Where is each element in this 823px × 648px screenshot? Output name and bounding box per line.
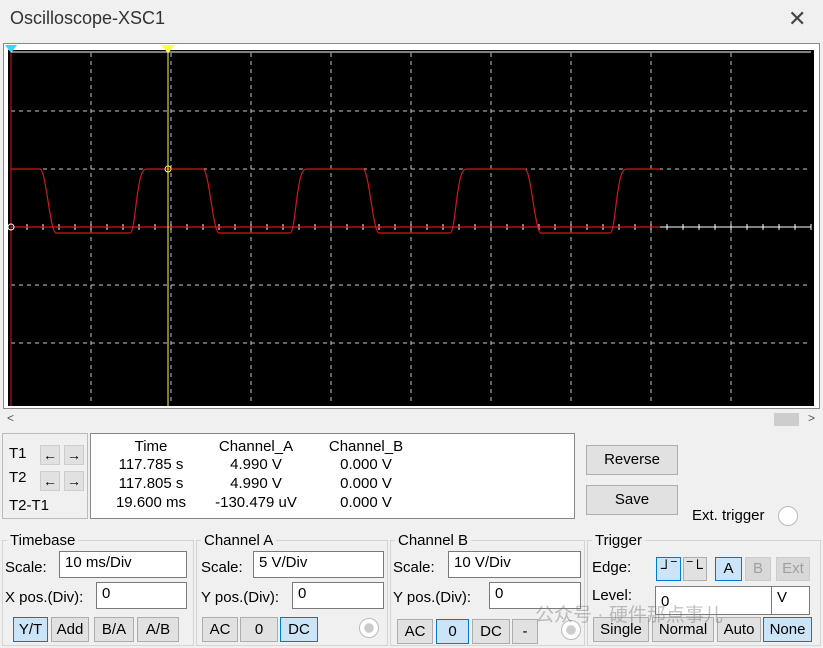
- close-icon[interactable]: ✕: [788, 6, 806, 32]
- channel-b-ypos-label: Y pos.(Div):: [393, 589, 472, 606]
- t2-t1-label: T2-T1: [9, 497, 50, 514]
- channel-a-terminal[interactable]: [359, 618, 379, 638]
- oscilloscope-screen: [8, 50, 814, 406]
- channel-b-title: Channel B: [395, 532, 472, 549]
- channel-a-ypos-label: Y pos.(Div):: [201, 589, 280, 606]
- timebase-scale-label: Scale:: [5, 559, 47, 576]
- channel-a-title: Channel A: [201, 532, 277, 549]
- trigger-single-button[interactable]: Single: [593, 617, 649, 642]
- readout-cell: 19.600 ms: [115, 494, 187, 511]
- cursor-controls: T1 ← → T2 ← → T2-T1: [2, 433, 88, 519]
- mode-add-button[interactable]: Add: [51, 617, 89, 642]
- trigger-group: Trigger Edge: ┘‾ ‾└ A B Ext Level: 0 V S…: [587, 532, 821, 646]
- readout-cell: 0.000 V: [340, 494, 392, 511]
- channel-b-ac-button[interactable]: AC: [397, 619, 433, 644]
- mode-ab-button[interactable]: A/B: [137, 617, 179, 642]
- channel-a-scale-label: Scale:: [201, 559, 243, 576]
- trigger-auto-button[interactable]: Auto: [717, 617, 761, 642]
- channel-b-group: Channel B Scale: 10 V/Div Y pos.(Div): 0…: [390, 532, 585, 646]
- scroll-thumb[interactable]: [774, 413, 799, 426]
- mode-ba-button[interactable]: B/A: [94, 617, 134, 642]
- save-button[interactable]: Save: [586, 485, 678, 515]
- readout-cell: -130.479 uV: [215, 494, 297, 511]
- trigger-level-input[interactable]: 0: [655, 586, 772, 615]
- trigger-edge-label: Edge:: [592, 559, 632, 576]
- channel-a-dc-button[interactable]: DC: [280, 617, 318, 642]
- readout-cell: 0.000 V: [340, 475, 392, 492]
- channel-b-terminal[interactable]: [561, 620, 581, 640]
- t2-right-arrow-icon[interactable]: →: [64, 471, 84, 491]
- timebase-xpos-input[interactable]: 0: [96, 582, 187, 609]
- readout-table: Time Channel_A Channel_B 117.785 s 4.990…: [90, 433, 575, 519]
- trigger-source-a-button[interactable]: A: [715, 557, 742, 581]
- channel-a-ypos-input[interactable]: 0: [292, 582, 384, 609]
- t1-right-arrow-icon[interactable]: →: [64, 445, 84, 465]
- window-title: Oscilloscope-XSC1: [10, 8, 166, 28]
- channel-b-dc-button[interactable]: DC: [472, 619, 510, 644]
- t2-label: T2: [9, 469, 27, 486]
- timebase-title: Timebase: [7, 532, 79, 549]
- t2-left-arrow-icon[interactable]: ←: [40, 471, 60, 491]
- readout-cell: 4.990 V: [230, 475, 282, 492]
- channel-b-scale-input[interactable]: 10 V/Div: [448, 551, 581, 578]
- scroll-left-icon[interactable]: <: [7, 411, 14, 425]
- readout-cell: 117.785 s: [118, 456, 184, 473]
- channel-b-ypos-input[interactable]: 0: [489, 582, 581, 609]
- trigger-source-b-button[interactable]: B: [745, 557, 771, 581]
- channel-a-trace: [11, 168, 660, 234]
- readout-cell: 0.000 V: [340, 456, 392, 473]
- trigger-source-ext-button[interactable]: Ext: [776, 557, 810, 581]
- mode-yt-button[interactable]: Y/T: [13, 617, 48, 642]
- ext-trigger-label: Ext. trigger: [692, 507, 765, 524]
- reverse-button[interactable]: Reverse: [586, 445, 678, 475]
- readout-header-channel-a: Channel_A: [218, 438, 294, 455]
- channel-a-group: Channel A Scale: 5 V/Div Y pos.(Div): 0 …: [196, 532, 388, 646]
- horizontal-scrollbar[interactable]: < >: [3, 411, 820, 429]
- readout-cell: 117.805 s: [118, 475, 184, 492]
- readout-header-time: Time: [134, 438, 168, 455]
- trigger-none-button[interactable]: None: [763, 617, 812, 642]
- scroll-right-icon[interactable]: >: [808, 411, 815, 425]
- ext-trigger-terminal[interactable]: [778, 506, 798, 526]
- falling-edge-icon[interactable]: ‾└: [683, 557, 707, 581]
- timebase-scale-input[interactable]: 10 ms/Div: [59, 551, 187, 578]
- channel-b-minus-button[interactable]: -: [512, 619, 538, 644]
- channel-a-scale-input[interactable]: 5 V/Div: [253, 551, 384, 578]
- t1-label: T1: [9, 445, 27, 462]
- timebase-xpos-label: X pos.(Div):: [5, 589, 84, 606]
- timebase-group: Timebase Scale: 10 ms/Div X pos.(Div): 0…: [2, 532, 194, 646]
- channel-b-scale-label: Scale:: [393, 559, 435, 576]
- channel-a-zero-button[interactable]: 0: [240, 617, 278, 642]
- readout-header-channel-b: Channel_B: [328, 438, 404, 455]
- cursor-markers: [5, 45, 811, 53]
- trigger-title: Trigger: [592, 532, 645, 549]
- rising-edge-icon[interactable]: ┘‾: [656, 557, 681, 581]
- trigger-level-label: Level:: [592, 587, 633, 604]
- readout-cell: 4.990 V: [230, 456, 282, 473]
- t1-left-arrow-icon[interactable]: ←: [40, 445, 60, 465]
- trigger-normal-button[interactable]: Normal: [652, 617, 714, 642]
- channel-a-ac-button[interactable]: AC: [202, 617, 238, 642]
- trigger-level-unit[interactable]: V: [771, 586, 810, 615]
- channel-b-zero-button[interactable]: 0: [436, 619, 469, 644]
